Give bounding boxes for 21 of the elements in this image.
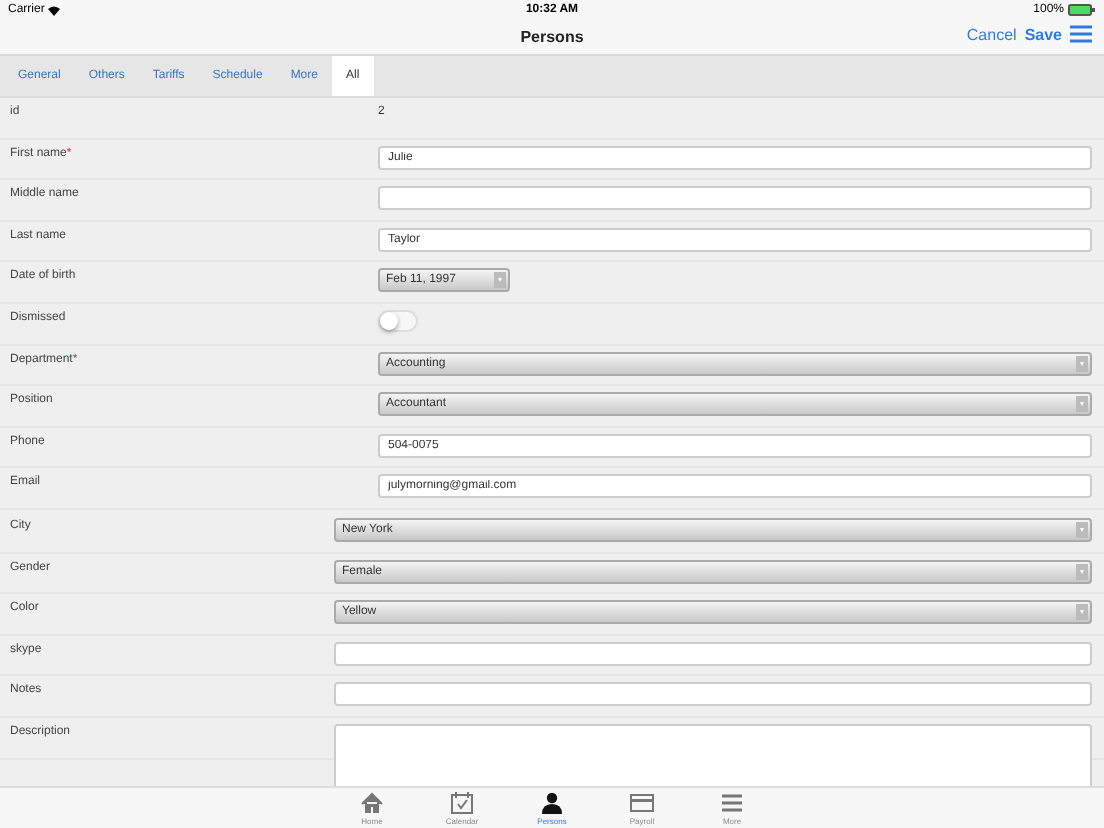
menu-icon[interactable] <box>1070 24 1092 44</box>
input-field[interactable] <box>334 641 1092 666</box>
nav-action-button[interactable]: Save <box>1024 25 1062 43</box>
calendar-icon <box>450 791 474 813</box>
caret-icon <box>1076 521 1088 538</box>
caret-icon <box>1076 355 1088 372</box>
battery-icon <box>1068 4 1096 16</box>
card-icon <box>630 791 654 813</box>
menu-icon <box>720 791 744 813</box>
wifi-icon <box>48 5 61 15</box>
caret-icon <box>494 272 506 289</box>
person-icon <box>540 791 564 813</box>
input-field[interactable] <box>378 186 1092 211</box>
caret-icon <box>1076 604 1088 621</box>
house-icon <box>360 791 384 813</box>
caret-icon <box>1076 563 1088 580</box>
caret-icon <box>1076 396 1088 413</box>
input-field[interactable] <box>334 682 1092 707</box>
page-title: Persons <box>520 28 584 46</box>
nav-action-button[interactable]: Cancel <box>966 25 1017 43</box>
toggle-switch[interactable] <box>378 309 418 332</box>
